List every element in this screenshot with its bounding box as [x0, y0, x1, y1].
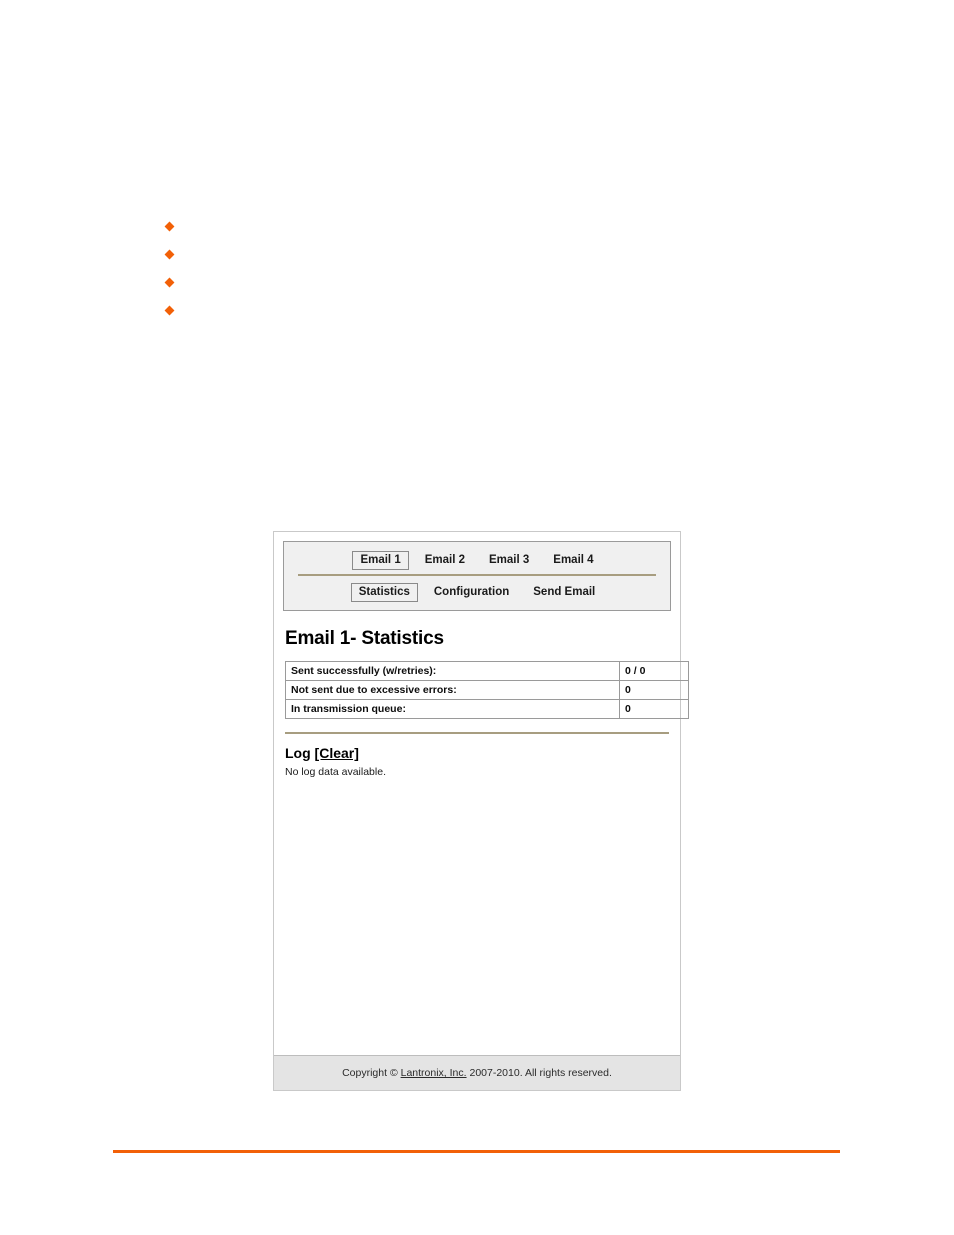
page-bottom-rule: [113, 1150, 840, 1153]
diamond-bullet-icon: [164, 221, 175, 232]
tab-configuration[interactable]: Configuration: [426, 583, 517, 602]
copyright-suffix: 2007-2010. All rights reserved.: [466, 1067, 612, 1079]
page-title: Email 1- Statistics: [285, 628, 444, 649]
statistics-table: Sent successfully (w/retries): 0 / 0 Not…: [285, 661, 689, 719]
tab-email-1[interactable]: Email 1: [352, 550, 409, 570]
stat-value: 0 / 0: [619, 661, 689, 681]
stat-label: Not sent due to excessive errors:: [285, 680, 620, 700]
table-row: In transmission queue: 0: [285, 699, 689, 719]
stat-label: In transmission queue:: [285, 699, 620, 719]
tab-send-email[interactable]: Send Email: [525, 583, 603, 602]
navigation-header: Email 1 Email 2 Email 3 Email 4 Statisti…: [283, 541, 671, 611]
copyright-footer: Copyright © Lantronix, Inc. 2007-2010. A…: [274, 1055, 680, 1090]
section-divider: [285, 732, 669, 734]
tab-email-4[interactable]: Email 4: [545, 551, 601, 570]
list-item: [164, 296, 866, 324]
log-heading: Log [Clear]: [285, 745, 671, 761]
page-content: Email 1- Statistics Sent successfully (w…: [274, 611, 689, 1055]
log-heading-label: Log: [285, 745, 311, 761]
nav-divider: [298, 574, 656, 576]
diamond-bullet-icon: [164, 249, 175, 260]
stat-value: 0: [619, 699, 689, 719]
table-row: Not sent due to excessive errors: 0: [285, 680, 689, 700]
list-item: [164, 212, 866, 240]
tab-email-3[interactable]: Email 3: [481, 551, 537, 570]
diamond-bullet-icon: [164, 277, 175, 288]
copyright-prefix: Copyright ©: [342, 1067, 401, 1079]
stat-value: 0: [619, 680, 689, 700]
clear-log-link[interactable]: [Clear]: [315, 745, 359, 761]
table-row: Sent successfully (w/retries): 0 / 0: [285, 661, 689, 681]
tab-statistics[interactable]: Statistics: [350, 582, 418, 602]
tab-email-2[interactable]: Email 2: [417, 551, 473, 570]
primary-tab-bar: Email 1 Email 2 Email 3 Email 4: [284, 549, 670, 571]
diamond-bullet-icon: [164, 305, 175, 316]
document-bullet-list: [164, 212, 866, 324]
secondary-tab-bar: Statistics Configuration Send Email: [284, 581, 670, 603]
stat-label: Sent successfully (w/retries):: [285, 661, 620, 681]
list-item: [164, 240, 866, 268]
embedded-web-ui-screenshot: Email 1 Email 2 Email 3 Email 4 Statisti…: [273, 531, 689, 1091]
lantronix-link[interactable]: Lantronix, Inc.: [401, 1067, 467, 1079]
log-empty-message: No log data available.: [285, 766, 386, 778]
list-item: [164, 268, 866, 296]
